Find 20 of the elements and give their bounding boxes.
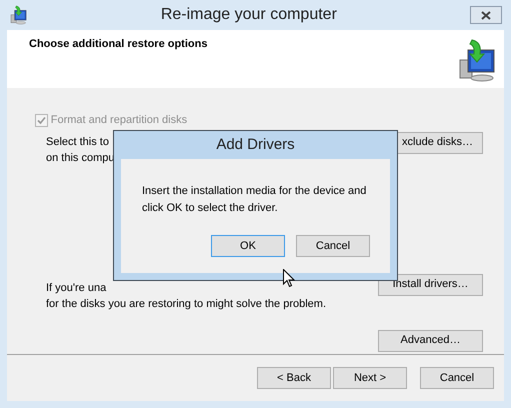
close-icon [481, 10, 491, 20]
dialog-message: Insert the installation media for the device and click OK to select the driver. [142, 184, 368, 216]
advanced-button[interactable]: Advanced… [378, 330, 483, 352]
page-heading: Choose additional restore options [29, 38, 208, 52]
dialog-button[interactable]: OK [211, 235, 285, 257]
description-text: for the disks you are restoring to might solve the problem. [46, 297, 326, 312]
dialog-button[interactable]: Cancel [296, 235, 370, 257]
close-button[interactable] [470, 6, 502, 24]
window-title: Re-image your computer [160, 5, 338, 25]
description-text: Select this to [46, 134, 110, 150]
dialog-title: Add Drivers [215, 134, 296, 155]
wizard-button[interactable]: < Back [257, 367, 331, 389]
wizard-button[interactable]: Cancel [420, 367, 494, 389]
description-text: If you're una [46, 280, 108, 296]
computer-icon [10, 5, 28, 25]
wizard-button[interactable]: Next > [333, 367, 407, 389]
description-text: on this compu [46, 151, 114, 166]
install-drivers-button[interactable]: Install drivers… [378, 274, 483, 296]
mouse-pointer-icon [283, 269, 295, 288]
checkbox-label: Format and repartition disks [50, 113, 188, 128]
